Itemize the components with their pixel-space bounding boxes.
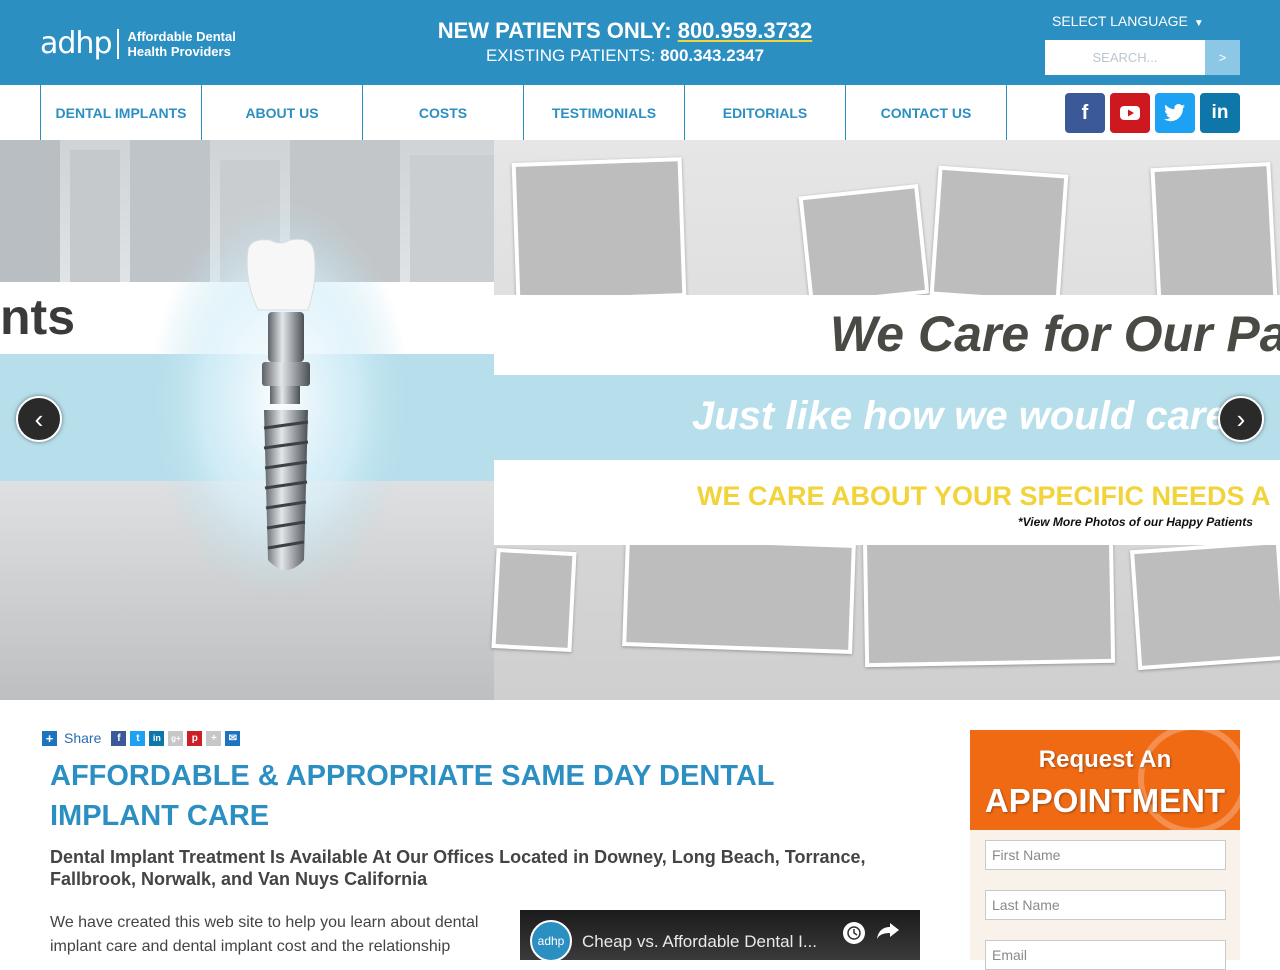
google-plus-icon[interactable]: g+ [168, 730, 184, 746]
email-icon[interactable]: ✉ [225, 730, 241, 746]
video-channel-logo: adhp [530, 920, 572, 960]
nav-menu: DENTAL IMPLANTS ABOUT US COSTS TESTIMONI… [40, 85, 1007, 140]
nav-item-editorials[interactable]: EDITORIALS [685, 85, 846, 140]
hero-slider: nts We Care for Our Pa Just like how we … [0, 140, 1280, 700]
nav-item-about-us[interactable]: ABOUT US [202, 85, 363, 140]
hero-headline: We Care for Our Pa [830, 306, 1280, 362]
page-subtitle: Dental Implant Treatment Is Available At… [50, 847, 866, 889]
appointment-header: Request An APPOINTMENT [970, 730, 1240, 830]
watch-later-icon[interactable] [843, 922, 865, 944]
linkedin-icon[interactable]: in [149, 730, 165, 746]
appointment-heading-line2: APPOINTMENT [984, 782, 1226, 819]
chevron-left-icon: ‹ [34, 403, 44, 434]
phone-numbers: NEW PATIENTS ONLY: 800.959.3732 EXISTING… [400, 18, 850, 66]
share-label[interactable]: Share [64, 730, 101, 746]
chevron-down-icon: ▼ [1193, 18, 1204, 29]
last-name-field[interactable] [985, 890, 1226, 920]
search-button[interactable]: > [1205, 40, 1240, 75]
patient-photo [1129, 539, 1280, 671]
logo-text: Affordable Dental Health Providers [127, 28, 236, 59]
facebook-icon[interactable]: f [1065, 93, 1105, 133]
page-title: AFFORDABLE & APPROPRIATE SAME DAY DENTAL… [50, 760, 774, 832]
share-plus-icon[interactable]: + [42, 730, 57, 746]
language-label: SELECT LANGUAGE [1052, 13, 1188, 29]
patient-photo [862, 532, 1116, 668]
new-patients-phone-link[interactable]: 800.959.3732 [678, 18, 813, 43]
view-more-photos-link[interactable]: *View More Photos of our Happy Patients [1018, 515, 1253, 529]
facebook-icon[interactable]: f [111, 730, 127, 746]
appointment-form: Request An APPOINTMENT [970, 730, 1240, 970]
more-icon[interactable]: + [206, 730, 222, 746]
pinterest-icon[interactable]: p [187, 730, 203, 746]
intro-paragraph: We have created this web site to help yo… [50, 914, 479, 955]
nav-item-dental-implants[interactable]: DENTAL IMPLANTS [41, 85, 202, 140]
video-embed[interactable]: adhp Cheap vs. Affordable Dental I... [520, 910, 920, 960]
hero-left-caption: nts [0, 289, 75, 345]
slider-next-button[interactable]: › [1218, 396, 1264, 442]
new-patients-label: NEW PATIENTS ONLY: [437, 18, 678, 43]
top-bar: adhp Affordable Dental Health Providers … [0, 0, 1280, 85]
patient-photo [1150, 161, 1278, 309]
video-title[interactable]: Cheap vs. Affordable Dental I... [582, 932, 817, 952]
existing-patients-label: EXISTING PATIENTS: [485, 46, 661, 65]
youtube-icon[interactable] [1110, 93, 1150, 133]
patient-photo [511, 157, 687, 303]
patient-photo [622, 536, 856, 654]
nav-item-testimonials[interactable]: TESTIMONIALS [524, 85, 685, 140]
hero-right-panel: We Care for Our Pa Just like how we woul… [491, 140, 1280, 700]
logo[interactable]: adhp Affordable Dental Health Providers [40, 26, 257, 61]
slider-prev-button[interactable]: ‹ [16, 396, 62, 442]
dental-implant-image [150, 200, 410, 600]
appointment-heading-line1: Request An [1038, 746, 1172, 773]
hero-left-panel: nts [0, 140, 494, 700]
patient-photo [491, 547, 577, 653]
existing-patients-line: EXISTING PATIENTS: 800.343.2347 [400, 46, 850, 66]
logo-divider [117, 28, 120, 59]
linkedin-icon[interactable]: in [1200, 93, 1240, 133]
nav-item-contact-us[interactable]: CONTACT US [846, 85, 1007, 140]
existing-patients-phone[interactable]: 800.343.2347 [660, 46, 764, 65]
nav-item-costs[interactable]: COSTS [363, 85, 524, 140]
share-bar: + Share f t in g+ p + ✉ [42, 730, 241, 746]
video-share-icon[interactable] [877, 922, 899, 945]
patient-photo [929, 165, 1069, 305]
chevron-right-icon: › [1236, 403, 1246, 434]
email-field[interactable] [985, 940, 1226, 970]
new-patients-line: NEW PATIENTS ONLY: 800.959.3732 [400, 18, 850, 44]
patient-photo [798, 184, 930, 306]
language-selector[interactable]: SELECT LANGUAGE ▼ [1052, 13, 1204, 29]
main-nav: DENTAL IMPLANTS ABOUT US COSTS TESTIMONI… [0, 85, 1280, 140]
search-form: > [1045, 40, 1240, 75]
search-input[interactable] [1045, 40, 1205, 75]
twitter-icon[interactable] [1155, 93, 1195, 133]
hero-tagline: Just like how we would care f [692, 394, 1253, 438]
twitter-icon[interactable]: t [130, 730, 146, 746]
logo-mark: adhp [40, 26, 112, 61]
first-name-field[interactable] [985, 840, 1226, 870]
hero-needs-text: WE CARE ABOUT YOUR SPECIFIC NEEDS A [697, 481, 1271, 511]
social-links: f in [1065, 93, 1240, 133]
